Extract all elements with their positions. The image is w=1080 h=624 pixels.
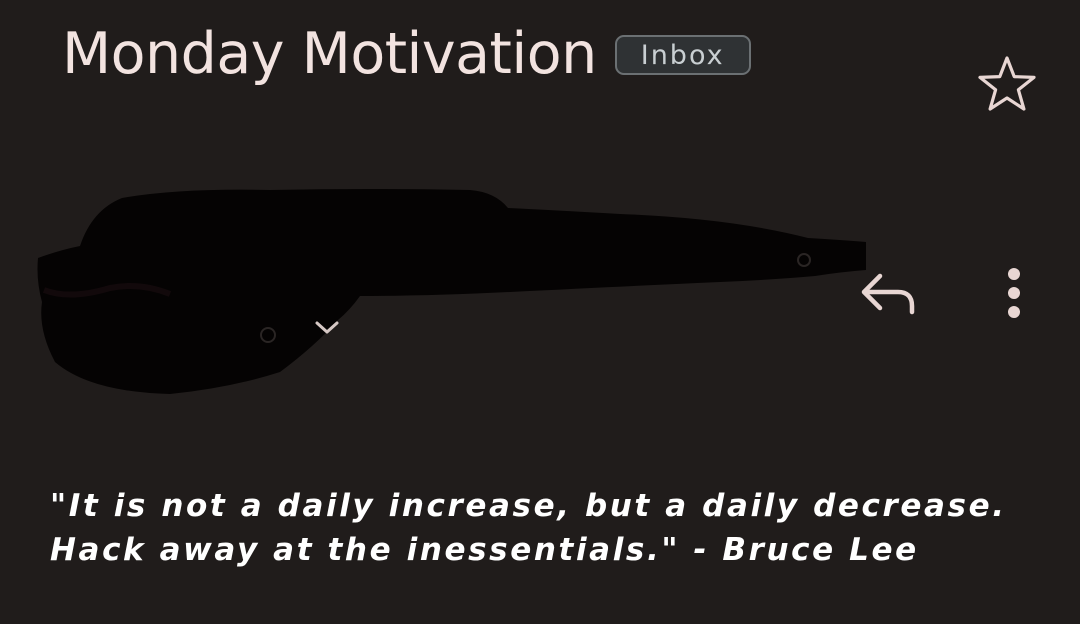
star-button[interactable]	[976, 54, 1038, 112]
redacted-sender-info	[30, 180, 870, 400]
star-outline-icon	[978, 56, 1036, 111]
chevron-down-icon	[315, 321, 339, 334]
reply-button[interactable]	[856, 266, 920, 322]
reply-icon	[861, 273, 915, 315]
subject-row: Monday Motivation Inbox	[62, 12, 751, 96]
inbox-label-chip[interactable]: Inbox	[614, 35, 751, 75]
email-subject: Monday Motivation	[62, 21, 597, 87]
more-vert-icon	[1008, 268, 1020, 318]
expand-details-button[interactable]	[312, 316, 342, 340]
more-options-button[interactable]	[994, 264, 1034, 324]
email-body-quote: "It is not a daily increase, but a daily…	[50, 488, 1007, 568]
